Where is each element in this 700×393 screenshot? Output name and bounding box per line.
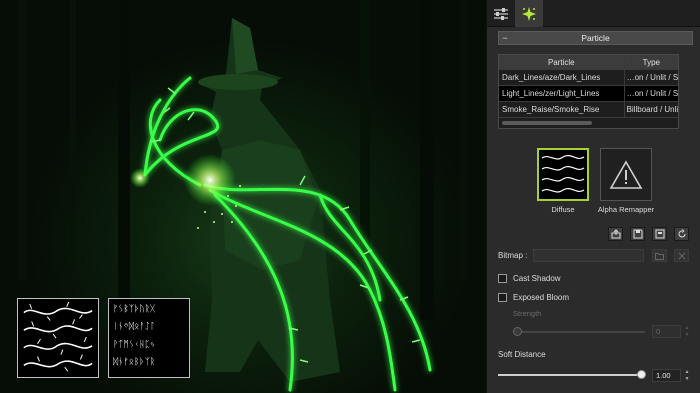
particle-type: …on / Unlit / Soft (626, 73, 678, 82)
particle-name: Dark_Lines/aze/Dark_Lines (499, 70, 625, 85)
bitmap-browse-button[interactable] (652, 249, 667, 262)
particle-burst-icon (522, 6, 536, 21)
scene-viewport[interactable]: ᚠᛊᛒᛉᚦᚢᚱᚷ ᛁᚾᛜᛞᛟᚨᛇᛚ ᚹᛏᛗᛊᚲᚺᛈᛃ ᛞᚾᚠᛟᛒᚦᛉᚱ (0, 0, 486, 393)
svg-text:ᚹᛏᛗᛊᚲᚺᛈᛃ: ᚹᛏᛗᛊᚲᚺᛈᛃ (113, 339, 155, 350)
soft-distance-label: Soft Distance (498, 350, 546, 359)
collapse-icon[interactable]: − (499, 33, 511, 43)
strength-slider-track[interactable] (515, 331, 645, 333)
strength-value[interactable]: 0 (652, 325, 681, 338)
particle-type: Billboard / Unlit (626, 105, 678, 114)
soft-distance-slider-knob[interactable] (637, 370, 646, 379)
properties-panel: − Particle Particle Type Dark_Lines/aze/… (486, 0, 700, 393)
strength-slider-knob[interactable] (513, 327, 522, 336)
warning-icon (609, 159, 643, 189)
soft-distance-value[interactable]: 1.00 (652, 369, 681, 382)
column-header-particle[interactable]: Particle (499, 54, 625, 70)
refresh-icon (678, 229, 685, 238)
svg-text:ᛞᚾᚠᛟᛒᚦᛉᚱ: ᛞᚾᚠᛟᛒᚦᛉᚱ (113, 356, 155, 367)
app-window: ᚠᛊᛒᛉᚦᚢᚱᚷ ᛁᚾᛜᛞᛟᚨᛇᛚ ᚹᛏᛗᛊᚲᚺᛈᛃ ᛞᚾᚠᛟᛒᚦᛉᚱ − Pa… (0, 0, 700, 393)
save-icon (633, 229, 642, 239)
bitmap-label: Bitmap : (498, 251, 528, 260)
tab-sliders[interactable] (487, 0, 515, 27)
particle-section-header[interactable]: − Particle (498, 31, 693, 45)
sliders-icon (494, 7, 508, 20)
scrollbar-thumb[interactable] (502, 121, 592, 125)
strength-label: Strength (513, 309, 542, 318)
diffuse-texture-preview (539, 150, 587, 199)
diffuse-texture-slot[interactable] (537, 148, 589, 201)
bitmap-path-field[interactable] (533, 249, 644, 262)
alpha-remapper-label: Alpha Remapper (597, 205, 655, 214)
refresh-texture-button[interactable] (674, 227, 689, 241)
diffuse-label: Diffuse (551, 205, 575, 214)
export-icon (655, 229, 664, 239)
panel-tab-bar (487, 0, 700, 27)
save-texture-button[interactable] (630, 227, 645, 241)
particle-type: …on / Unlit / Soft (626, 89, 678, 98)
particle-name: Smoke_Raise/Smoke_Rise (499, 102, 625, 117)
section-title: Particle (581, 33, 610, 43)
rune-glyphs-image: ᚠᛊᛒᛉᚦᚢᚱᚷ ᛁᚾᛜᛞᛟᚨᛇᛚ ᚹᛏᛗᛊᚲᚺᛈᛃ ᛞᚾᚠᛟᛒᚦᛉᚱ (113, 304, 156, 368)
svg-text:ᛁᚾᛜᛞᛟᚨᛇᛚ: ᛁᚾᛜᛞᛟᚨᛇᛚ (113, 321, 155, 332)
clear-icon (678, 252, 685, 259)
cast-shadow-checkbox[interactable] (498, 274, 507, 283)
tab-particle[interactable] (515, 0, 543, 27)
bitmap-clear-button[interactable] (674, 249, 689, 262)
rune-glyphs-thumbnail: ᚠᛊᛒᛉᚦᚢᚱᚷ ᛁᚾᛜᛞᛟᚨᛇᛚ ᚹᛏᛗᛊᚲᚺᛈᛃ ᛞᚾᚠᛟᛒᚦᛉᚱ (108, 298, 190, 378)
thorn-lines-thumbnail (17, 298, 99, 378)
soft-distance-spinner[interactable]: ▲ ▼ (683, 369, 691, 382)
strength-spinner[interactable]: ▲ ▼ (683, 325, 691, 338)
table-header: Particle Type (499, 54, 678, 70)
table-row[interactable]: Dark_Lines/aze/Dark_Lines …on / Unlit / … (499, 70, 678, 86)
particle-table: Particle Type Dark_Lines/aze/Dark_Lines … (498, 54, 679, 129)
thorn-lines-image (23, 301, 93, 372)
exposed-bloom-checkbox[interactable] (498, 293, 507, 302)
soft-distance-slider-track[interactable] (498, 374, 642, 376)
table-row-selected[interactable]: Light_Lines/zer/Light_Lines …on / Unlit … (499, 86, 678, 102)
alpha-remapper-slot[interactable] (600, 148, 652, 201)
load-icon (611, 229, 620, 239)
table-row[interactable]: Smoke_Raise/Smoke_Rise Billboard / Unlit (499, 102, 678, 118)
export-texture-button[interactable] (652, 227, 667, 241)
load-texture-button[interactable] (608, 227, 623, 241)
exposed-bloom-label: Exposed Bloom (513, 293, 570, 302)
cast-shadow-label: Cast Shadow (513, 274, 561, 283)
particle-name: Light_Lines/zer/Light_Lines (499, 86, 625, 101)
column-header-type[interactable]: Type (625, 55, 678, 70)
folder-icon (655, 252, 664, 260)
svg-text:ᚠᛊᛒᛉᚦᚢᚱᚷ: ᚠᛊᛒᛉᚦᚢᚱᚷ (113, 304, 156, 315)
table-horizontal-scrollbar[interactable] (499, 118, 678, 128)
